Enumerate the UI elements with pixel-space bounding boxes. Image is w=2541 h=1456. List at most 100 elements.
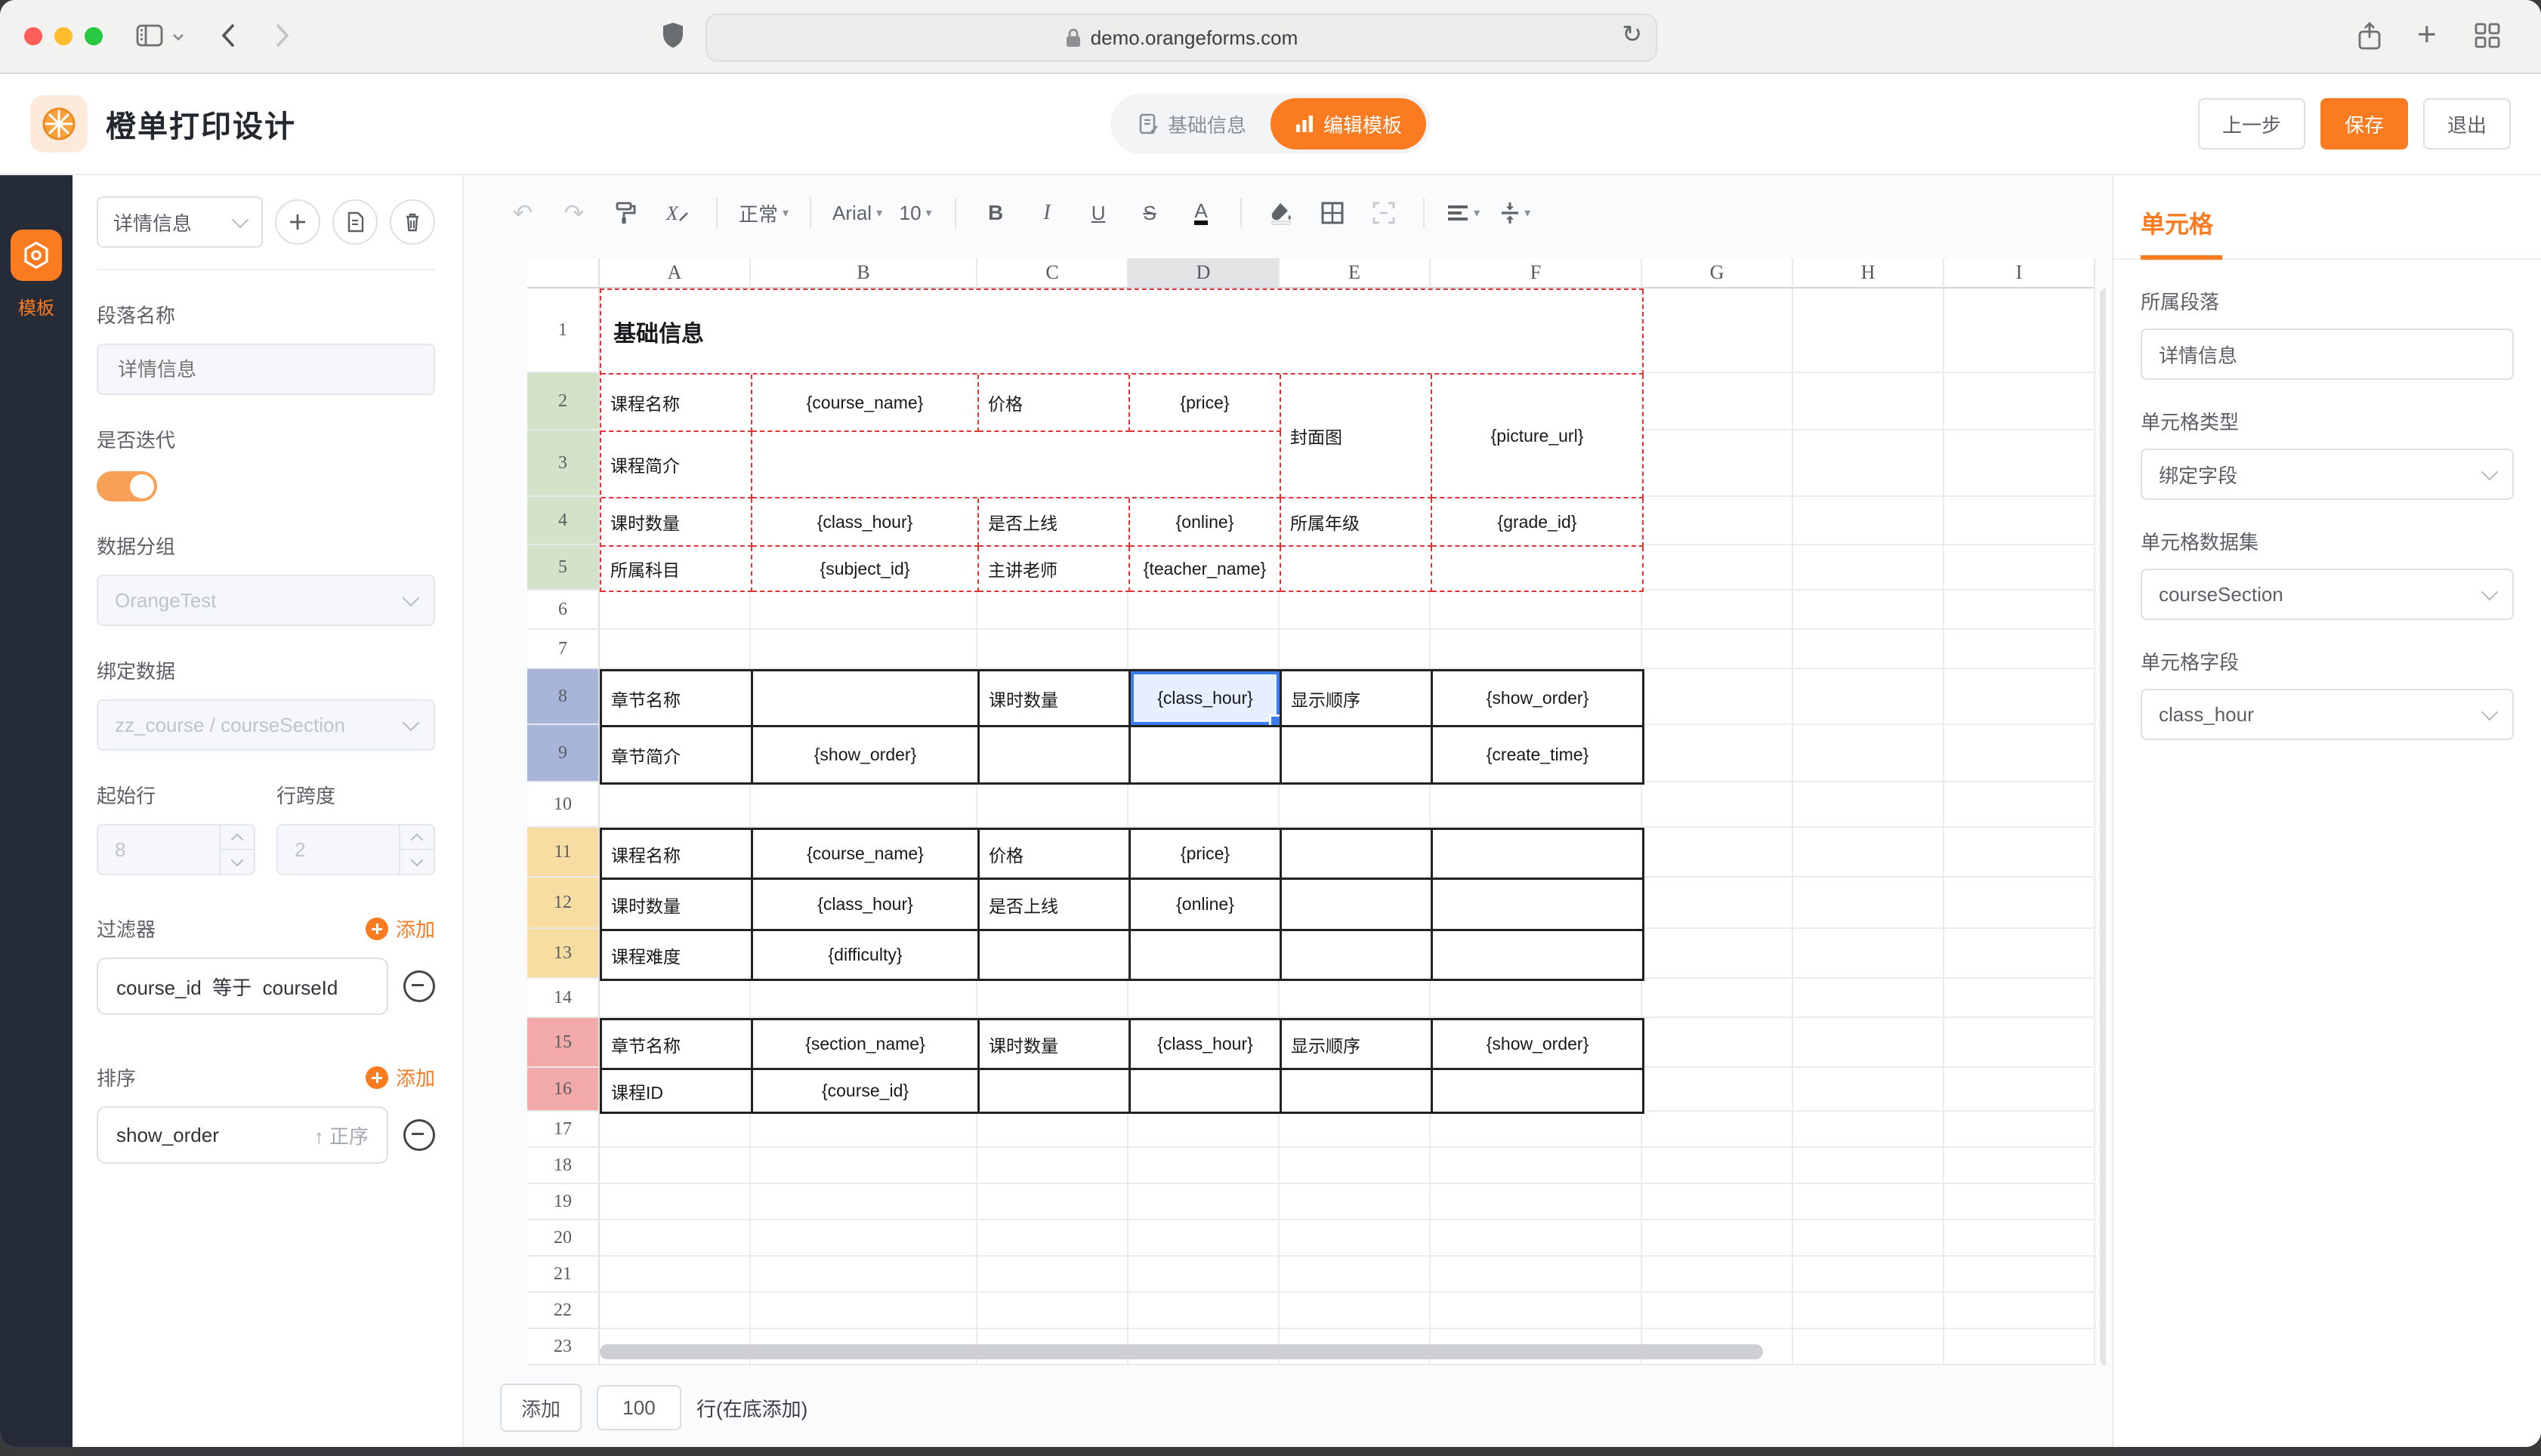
sheet-cell[interactable] [1282,727,1433,785]
sheet-cell[interactable]: 章节名称 [602,671,753,727]
column-header-D[interactable]: D [1128,258,1280,288]
cell-I13[interactable] [1944,929,2095,979]
row-header-20[interactable]: 20 [527,1220,600,1257]
cell-G19[interactable] [1642,1184,1793,1220]
cell-F21[interactable] [1431,1257,1642,1293]
sheet-cell[interactable]: 价格 [979,375,1130,432]
cell-I22[interactable] [1944,1293,2095,1329]
filter-rule[interactable]: course_id 等于 courseId [97,958,388,1015]
add-filter-button[interactable]: 添加 [366,915,435,942]
cell-B21[interactable] [751,1257,977,1293]
cell-E14[interactable] [1280,979,1431,1018]
sheet-cell[interactable]: 显示顺序 [1282,671,1433,727]
share-icon[interactable] [2357,21,2382,51]
cell-field-select[interactable]: class_hour [2141,689,2514,740]
cell-G7[interactable] [1642,630,1793,669]
iterate-toggle[interactable] [97,471,157,501]
sheet-cell[interactable]: {picture_url} [1432,375,1644,498]
sheet-cell[interactable] [980,727,1131,785]
sheet-cell[interactable] [980,1070,1131,1114]
font-color-icon[interactable]: A [1178,193,1224,233]
cell-B18[interactable] [751,1148,977,1184]
cell-section-field[interactable]: 详情信息 [2141,329,2514,380]
sheet-cell[interactable]: {online} [1131,880,1282,931]
decrement-icon[interactable] [221,850,254,874]
sheet-cell[interactable]: {course_name} [752,375,979,432]
sheet-cell[interactable]: 课时数量 [980,1020,1131,1070]
cell-H22[interactable] [1793,1293,1944,1329]
template-nav-button[interactable] [11,230,62,281]
cell-E10[interactable] [1280,782,1431,828]
add-sort-button[interactable]: 添加 [366,1063,435,1091]
sheet-cell[interactable]: {class_hour} [753,880,980,931]
row-header-14[interactable]: 14 [527,979,600,1018]
binding-select[interactable]: zz_course / courseSection [97,699,435,751]
column-header-B[interactable]: B [751,258,977,288]
row-header-21[interactable]: 21 [527,1257,600,1293]
data-group-select[interactable]: OrangeTest [97,575,435,626]
cell-B10[interactable] [751,782,977,828]
sidebar-toggle-icon[interactable] [136,24,163,47]
vertical-align-icon[interactable]: ▾ [1493,193,1538,233]
cell-A6[interactable] [600,591,751,630]
cell-E22[interactable] [1280,1293,1431,1329]
horizontal-align-icon[interactable]: ▾ [1441,193,1487,233]
sheet-cell[interactable]: {grade_id} [1432,498,1644,547]
cell-type-select[interactable]: 绑定字段 [2141,449,2514,500]
font-size-dropdown[interactable]: 10▾ [893,193,938,233]
cell-D10[interactable] [1128,782,1280,828]
sheet-cell[interactable]: {price} [1131,830,1282,880]
cell-I16[interactable] [1944,1068,2095,1112]
vertical-scrollbar[interactable] [2100,288,2106,1365]
select-all-corner[interactable] [527,258,600,288]
column-header-C[interactable]: C [977,258,1128,288]
cell-B20[interactable] [751,1220,977,1257]
sheet-cell[interactable]: 章节名称 [602,1020,753,1070]
cell-I1[interactable] [1944,288,2095,373]
template-nav-label[interactable]: 模板 [18,293,54,319]
cell-F7[interactable] [1431,630,1642,669]
start-row-stepper[interactable]: 8 [97,824,255,875]
reload-icon[interactable]: ↻ [1622,20,1642,48]
cell-F6[interactable] [1431,591,1642,630]
cell-H2[interactable] [1793,373,1944,430]
cell-I4[interactable] [1944,497,2095,545]
sheet-cell[interactable]: 课时数量 [601,498,752,547]
row-header-3[interactable]: 3 [527,430,600,497]
cell-B17[interactable] [751,1112,977,1148]
row-header-2[interactable]: 2 [527,373,600,430]
column-header-I[interactable]: I [1944,258,2095,288]
row-span-stepper[interactable]: 2 [276,824,435,875]
row-header-8[interactable]: 8 [527,669,600,725]
cell-G4[interactable] [1642,497,1793,545]
sidebar-chevron-icon[interactable] [172,33,184,41]
cell-H19[interactable] [1793,1184,1944,1220]
cell-G5[interactable] [1642,545,1793,591]
address-bar[interactable]: demo.orangeforms.com ↻ [705,14,1657,62]
row-header-7[interactable]: 7 [527,630,600,669]
tab-overview-icon[interactable] [2475,23,2500,48]
redo-icon[interactable]: ↷ [551,193,597,233]
sheet-cell[interactable]: 基础信息 [601,290,1644,375]
cell-G20[interactable] [1642,1220,1793,1257]
remove-sort-icon[interactable] [403,1119,435,1151]
sheet-cell[interactable]: 主讲老师 [979,547,1130,592]
cell-E19[interactable] [1280,1184,1431,1220]
row-header-9[interactable]: 9 [527,725,600,782]
para-name-input[interactable] [115,356,417,383]
cell-F14[interactable] [1431,979,1642,1018]
cell-I21[interactable] [1944,1257,2095,1293]
cell-I18[interactable] [1944,1148,2095,1184]
underline-icon[interactable]: U [1076,193,1121,233]
add-section-button[interactable] [275,199,320,245]
cell-A10[interactable] [600,782,751,828]
cell-D18[interactable] [1128,1148,1280,1184]
back-icon[interactable] [221,23,236,48]
horizontal-scrollbar[interactable] [600,1344,1763,1359]
cell-H20[interactable] [1793,1220,1944,1257]
cell-G16[interactable] [1642,1068,1793,1112]
cell-G22[interactable] [1642,1293,1793,1329]
cell-G21[interactable] [1642,1257,1793,1293]
sheet-cell[interactable] [1131,1070,1282,1114]
row-header-5[interactable]: 5 [527,545,600,591]
